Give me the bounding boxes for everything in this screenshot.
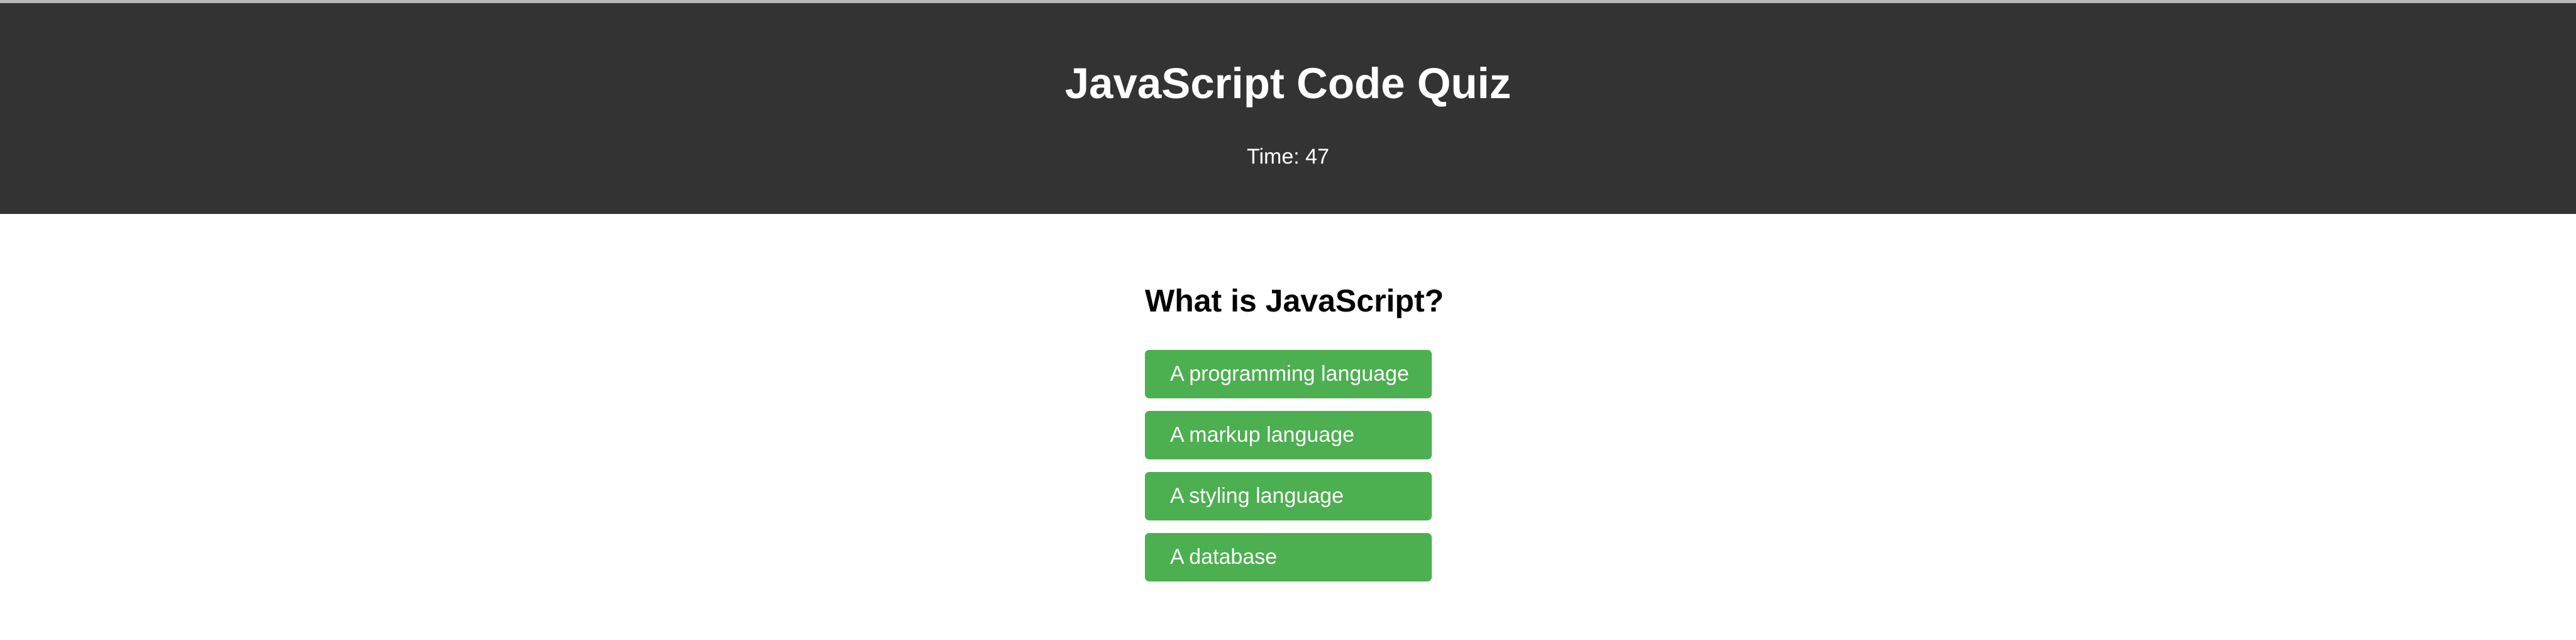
choice-button-4[interactable]: A database [1145,533,1432,581]
choice-button-2[interactable]: A markup language [1145,411,1432,459]
page-title: JavaScript Code Quiz [1064,59,1512,108]
choice-button-1[interactable]: A programming language [1145,350,1432,398]
choice-button-3[interactable]: A styling language [1145,472,1432,520]
quiz-header: JavaScript Code Quiz Time: 47 [0,3,2576,214]
quiz-container: What is JavaScript? A programming langua… [1145,282,1444,594]
answer-choices: A programming language A markup language… [1145,350,1432,581]
timer-display: Time: 47 [1246,145,1329,169]
question-text: What is JavaScript? [1145,283,1444,318]
